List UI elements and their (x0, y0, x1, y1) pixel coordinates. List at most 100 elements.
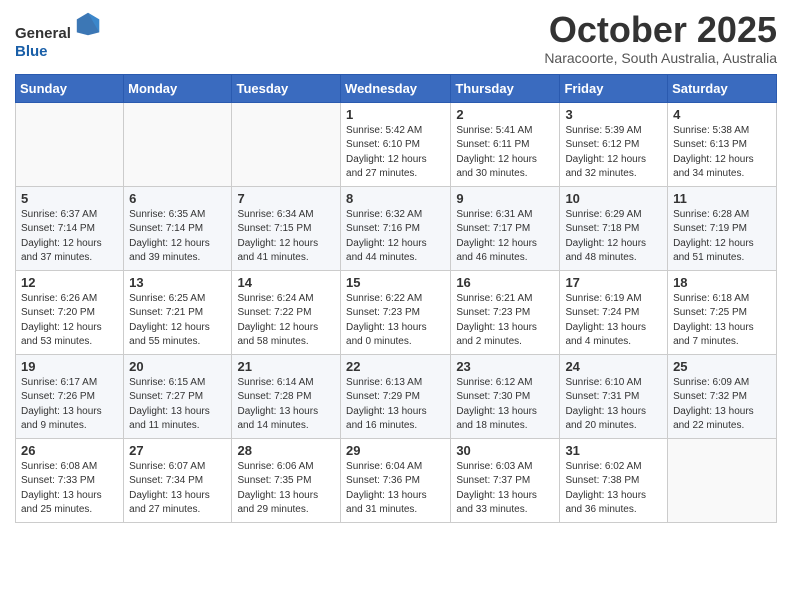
day-number: 18 (673, 275, 771, 290)
calendar-cell: 9 Sunrise: 6:31 AM Sunset: 7:17 PM Daylig… (451, 186, 560, 270)
calendar-cell: 28 Sunrise: 6:06 AM Sunset: 7:35 PM Dayli… (232, 438, 341, 522)
calendar-cell: 22 Sunrise: 6:13 AM Sunset: 7:29 PM Dayli… (341, 354, 451, 438)
calendar-week-row: 19Sunrise: 6:17 AM Sunset: 7:26 PM Dayli… (16, 354, 777, 438)
calendar-cell: 2 Sunrise: 5:41 AM Sunset: 6:11 PM Daylig… (451, 102, 560, 186)
page: General Blue October 2025 Naracoorte, So… (0, 0, 792, 538)
month-title: October 2025 (544, 10, 777, 50)
day-header-friday: Friday (560, 74, 668, 102)
calendar-week-row: 1 Sunrise: 5:42 AM Sunset: 6:10 PM Daylig… (16, 102, 777, 186)
day-info: Sunrise: 6:35 AM Sunset: 7:14 PM Dayligh… (129, 208, 226, 266)
day-info: Sunrise: 5:39 AM Sunset: 6:12 PM Dayligh… (565, 124, 662, 182)
day-number: 7 (237, 191, 335, 206)
day-info: Sunrise: 6:13 AM Sunset: 7:29 PM Dayligh… (346, 376, 445, 434)
calendar-cell: 17Sunrise: 6:19 AM Sunset: 7:24 PM Dayli… (560, 270, 668, 354)
calendar-cell: 30 Sunrise: 6:03 AM Sunset: 7:37 PM Dayli… (451, 438, 560, 522)
calendar-cell: 27Sunrise: 6:07 AM Sunset: 7:34 PM Dayli… (124, 438, 232, 522)
logo-blue-text: Blue (15, 43, 102, 61)
logo-text: General (15, 10, 102, 43)
day-header-monday: Monday (124, 74, 232, 102)
day-info: Sunrise: 6:29 AM Sunset: 7:18 PM Dayligh… (565, 208, 662, 266)
calendar-week-row: 12Sunrise: 6:26 AM Sunset: 7:20 PM Dayli… (16, 270, 777, 354)
day-info: Sunrise: 6:25 AM Sunset: 7:21 PM Dayligh… (129, 292, 226, 350)
logo-blue: Blue (15, 43, 48, 60)
day-number: 11 (673, 191, 771, 206)
day-info: Sunrise: 6:12 AM Sunset: 7:30 PM Dayligh… (456, 376, 554, 434)
day-info: Sunrise: 5:42 AM Sunset: 6:10 PM Dayligh… (346, 124, 445, 182)
logo-general: General (15, 25, 71, 42)
day-header-thursday: Thursday (451, 74, 560, 102)
calendar-cell: 24 Sunrise: 6:10 AM Sunset: 7:31 PM Dayli… (560, 354, 668, 438)
day-info: Sunrise: 6:07 AM Sunset: 7:34 PM Dayligh… (129, 460, 226, 518)
day-number: 13 (129, 275, 226, 290)
day-info: Sunrise: 5:38 AM Sunset: 6:13 PM Dayligh… (673, 124, 771, 182)
day-info: Sunrise: 6:18 AM Sunset: 7:25 PM Dayligh… (673, 292, 771, 350)
day-number: 21 (237, 359, 335, 374)
calendar-cell: 13 Sunrise: 6:25 AM Sunset: 7:21 PM Dayli… (124, 270, 232, 354)
day-number: 28 (237, 443, 335, 458)
day-header-tuesday: Tuesday (232, 74, 341, 102)
day-info: Sunrise: 6:24 AM Sunset: 7:22 PM Dayligh… (237, 292, 335, 350)
calendar-cell: 5 Sunrise: 6:37 AM Sunset: 7:14 PM Daylig… (16, 186, 124, 270)
calendar-cell: 15Sunrise: 6:22 AM Sunset: 7:23 PM Dayli… (341, 270, 451, 354)
day-info: Sunrise: 6:06 AM Sunset: 7:35 PM Dayligh… (237, 460, 335, 518)
calendar: SundayMondayTuesdayWednesdayThursdayFrid… (15, 74, 777, 523)
day-number: 30 (456, 443, 554, 458)
day-number: 24 (565, 359, 662, 374)
day-number: 1 (346, 107, 445, 122)
location: Naracoorte, South Australia, Australia (544, 50, 777, 66)
day-number: 29 (346, 443, 445, 458)
day-info: Sunrise: 6:17 AM Sunset: 7:26 PM Dayligh… (21, 376, 118, 434)
day-info: Sunrise: 6:09 AM Sunset: 7:32 PM Dayligh… (673, 376, 771, 434)
day-info: Sunrise: 6:26 AM Sunset: 7:20 PM Dayligh… (21, 292, 118, 350)
day-number: 16 (456, 275, 554, 290)
calendar-cell (668, 438, 777, 522)
day-info: Sunrise: 6:08 AM Sunset: 7:33 PM Dayligh… (21, 460, 118, 518)
day-info: Sunrise: 6:04 AM Sunset: 7:36 PM Dayligh… (346, 460, 445, 518)
day-header-wednesday: Wednesday (341, 74, 451, 102)
day-number: 31 (565, 443, 662, 458)
day-info: Sunrise: 6:02 AM Sunset: 7:38 PM Dayligh… (565, 460, 662, 518)
day-info: Sunrise: 5:41 AM Sunset: 6:11 PM Dayligh… (456, 124, 554, 182)
day-info: Sunrise: 6:21 AM Sunset: 7:23 PM Dayligh… (456, 292, 554, 350)
day-info: Sunrise: 6:32 AM Sunset: 7:16 PM Dayligh… (346, 208, 445, 266)
calendar-cell: 23Sunrise: 6:12 AM Sunset: 7:30 PM Dayli… (451, 354, 560, 438)
calendar-cell: 8Sunrise: 6:32 AM Sunset: 7:16 PM Daylig… (341, 186, 451, 270)
calendar-cell (232, 102, 341, 186)
calendar-cell: 12Sunrise: 6:26 AM Sunset: 7:20 PM Dayli… (16, 270, 124, 354)
calendar-cell: 7Sunrise: 6:34 AM Sunset: 7:15 PM Daylig… (232, 186, 341, 270)
day-info: Sunrise: 6:28 AM Sunset: 7:19 PM Dayligh… (673, 208, 771, 266)
day-number: 14 (237, 275, 335, 290)
calendar-cell: 26 Sunrise: 6:08 AM Sunset: 7:33 PM Dayli… (16, 438, 124, 522)
logo: General Blue (15, 10, 102, 61)
day-info: Sunrise: 6:15 AM Sunset: 7:27 PM Dayligh… (129, 376, 226, 434)
calendar-cell: 18 Sunrise: 6:18 AM Sunset: 7:25 PM Dayli… (668, 270, 777, 354)
day-number: 22 (346, 359, 445, 374)
day-number: 25 (673, 359, 771, 374)
calendar-header-row: SundayMondayTuesdayWednesdayThursdayFrid… (16, 74, 777, 102)
day-number: 5 (21, 191, 118, 206)
calendar-cell: 21 Sunrise: 6:14 AM Sunset: 7:28 PM Dayli… (232, 354, 341, 438)
day-number: 2 (456, 107, 554, 122)
calendar-cell: 10Sunrise: 6:29 AM Sunset: 7:18 PM Dayli… (560, 186, 668, 270)
calendar-cell: 31 Sunrise: 6:02 AM Sunset: 7:38 PM Dayli… (560, 438, 668, 522)
day-header-sunday: Sunday (16, 74, 124, 102)
day-info: Sunrise: 6:31 AM Sunset: 7:17 PM Dayligh… (456, 208, 554, 266)
day-header-saturday: Saturday (668, 74, 777, 102)
title-block: October 2025 Naracoorte, South Australia… (544, 10, 777, 66)
calendar-cell: 25 Sunrise: 6:09 AM Sunset: 7:32 PM Dayli… (668, 354, 777, 438)
day-info: Sunrise: 6:14 AM Sunset: 7:28 PM Dayligh… (237, 376, 335, 434)
calendar-cell: 19Sunrise: 6:17 AM Sunset: 7:26 PM Dayli… (16, 354, 124, 438)
day-info: Sunrise: 6:10 AM Sunset: 7:31 PM Dayligh… (565, 376, 662, 434)
calendar-cell: 20Sunrise: 6:15 AM Sunset: 7:27 PM Dayli… (124, 354, 232, 438)
logo-icon (74, 10, 102, 38)
calendar-cell: 11 Sunrise: 6:28 AM Sunset: 7:19 PM Dayli… (668, 186, 777, 270)
day-number: 9 (456, 191, 554, 206)
day-number: 26 (21, 443, 118, 458)
day-info: Sunrise: 6:37 AM Sunset: 7:14 PM Dayligh… (21, 208, 118, 266)
calendar-cell (124, 102, 232, 186)
day-number: 4 (673, 107, 771, 122)
day-info: Sunrise: 6:03 AM Sunset: 7:37 PM Dayligh… (456, 460, 554, 518)
calendar-cell: 14 Sunrise: 6:24 AM Sunset: 7:22 PM Dayli… (232, 270, 341, 354)
calendar-cell: 29 Sunrise: 6:04 AM Sunset: 7:36 PM Dayli… (341, 438, 451, 522)
header: General Blue October 2025 Naracoorte, So… (15, 10, 777, 66)
